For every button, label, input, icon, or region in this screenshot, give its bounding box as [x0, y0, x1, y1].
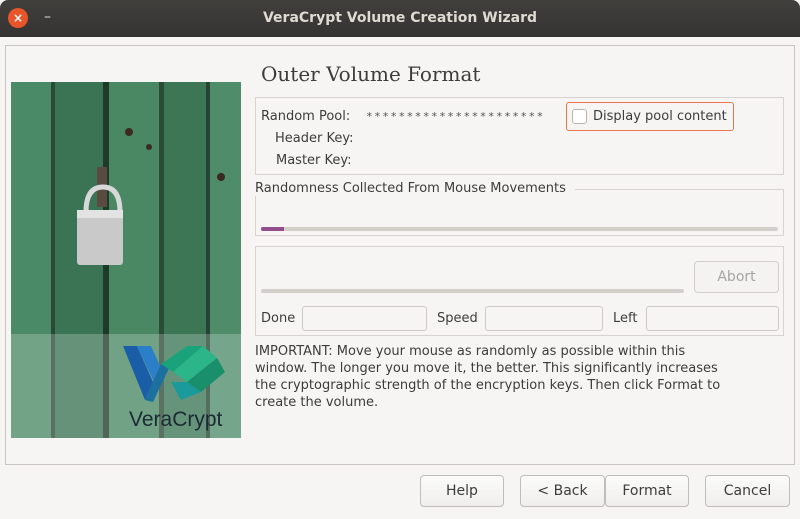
format-button[interactable]: Format	[605, 475, 689, 507]
veracrypt-logo-text: VeraCrypt	[129, 408, 223, 431]
veracrypt-banner-image: VeraCrypt	[11, 82, 241, 438]
display-pool-checkbox[interactable]: Display pool content	[566, 102, 734, 131]
page-title: Outer Volume Format	[261, 62, 481, 86]
speed-field	[485, 306, 603, 331]
header-key-label: Header Key:	[275, 131, 354, 146]
cancel-button[interactable]: Cancel	[705, 475, 790, 507]
checkbox-icon[interactable]	[572, 109, 587, 124]
important-notice: IMPORTANT: Move your mouse as randomly a…	[255, 344, 721, 410]
done-field	[302, 306, 427, 331]
title-bar: × – VeraCrypt Volume Creation Wizard	[0, 0, 800, 37]
left-field	[646, 306, 779, 331]
format-progress-bar	[261, 289, 684, 293]
back-button[interactable]: < Back	[520, 475, 605, 507]
random-pool-value: **********************	[366, 110, 545, 123]
master-key-label: Master Key:	[276, 153, 352, 168]
done-label: Done	[261, 311, 296, 326]
randomness-group-title: Randomness Collected From Mouse Movement…	[255, 181, 568, 196]
left-label: Left	[613, 311, 638, 326]
window-title: VeraCrypt Volume Creation Wizard	[262, 10, 538, 26]
randomness-progress-fill	[261, 227, 285, 231]
abort-button[interactable]: Abort	[694, 261, 779, 293]
display-pool-label[interactable]: Display pool content	[593, 109, 727, 124]
random-pool-label: Random Pool:	[261, 109, 351, 124]
group-border	[575, 189, 784, 190]
help-button[interactable]: Help	[420, 475, 504, 507]
speed-label: Speed	[437, 311, 478, 326]
randomness-progress-bar	[261, 227, 778, 231]
